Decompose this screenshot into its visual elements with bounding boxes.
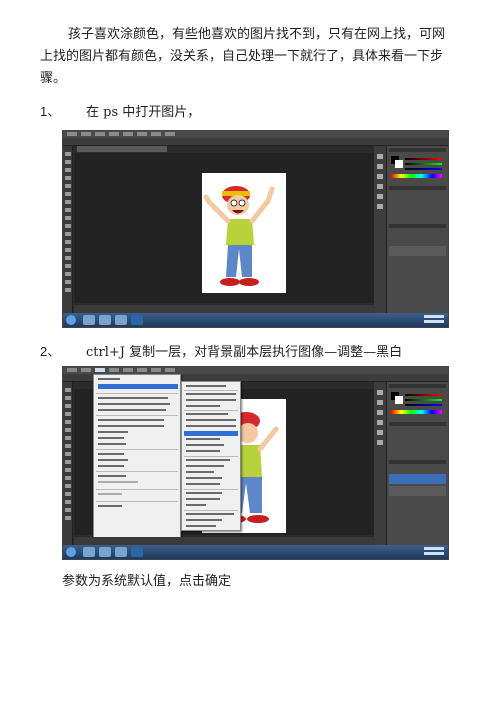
layer-background[interactable] <box>389 486 446 496</box>
step-2-text: ctrl+J 复制一层，对背景副本层执行图像—调整—黑白 <box>86 345 403 360</box>
ps-document-tab <box>77 146 167 152</box>
step-1-text: 在 ps 中打开图片， <box>86 105 201 120</box>
adjustments-submenu[interactable] <box>181 381 241 531</box>
menu-item-adjustments[interactable] <box>98 384 178 389</box>
cartoon-boy-icon <box>203 186 275 286</box>
color-ramp <box>391 410 442 414</box>
ps-panel-dock <box>374 382 386 545</box>
note-text: 参数为系统默认值，点击确定 <box>62 574 232 589</box>
ps-menubar <box>63 367 448 374</box>
step-2: 2、 ctrl+J 复制一层，对背景副本层执行图像—调整—黑白 <box>40 343 402 362</box>
ps-panels <box>386 146 448 313</box>
step-1: 1、 在 ps 中打开图片， <box>40 103 200 122</box>
menu-item-black-white[interactable] <box>184 431 238 436</box>
step-2-number: 2、 <box>40 344 61 359</box>
layer-background[interactable] <box>389 246 446 256</box>
color-ramp <box>391 174 442 178</box>
background-swatch <box>395 160 403 168</box>
step-1-number: 1、 <box>40 104 61 119</box>
intro-text: 孩子喜欢涂颜色，有些他喜欢的图片找不到，只有在网上找，可网上找的图片都有颜色，没… <box>40 27 446 86</box>
photoshop-taskbar-icon[interactable] <box>131 547 143 557</box>
cartoon-image <box>202 173 286 293</box>
ps-menubar <box>63 131 448 138</box>
note: 参数为系统默认值，点击确定 <box>62 573 231 591</box>
layer-background-copy[interactable] <box>389 474 446 484</box>
ps-status-bar <box>74 305 386 313</box>
intro-paragraph: 孩子喜欢涂颜色，有些他喜欢的图片找不到，只有在网上找，可网上找的图片都有颜色，没… <box>40 24 454 90</box>
ps-toolbar <box>63 382 73 545</box>
ps-options-bar <box>63 138 448 146</box>
ps-panel-dock <box>374 146 386 313</box>
ps-toolbar <box>63 146 73 313</box>
image-menu[interactable] <box>93 374 181 544</box>
start-button-icon[interactable] <box>66 547 76 557</box>
screenshot-photoshop-adjust-menu <box>62 366 449 560</box>
ps-canvas-area <box>74 153 386 303</box>
taskbar-clock <box>424 547 444 557</box>
screenshot-photoshop-open-image <box>62 130 449 328</box>
ps-status-bar <box>74 537 386 545</box>
windows-taskbar <box>63 545 448 559</box>
background-swatch <box>395 396 403 404</box>
windows-taskbar <box>63 313 448 327</box>
ps-panels <box>386 382 448 545</box>
photoshop-taskbar-icon[interactable] <box>131 315 143 325</box>
start-button-icon[interactable] <box>66 315 76 325</box>
taskbar-clock <box>424 315 444 325</box>
